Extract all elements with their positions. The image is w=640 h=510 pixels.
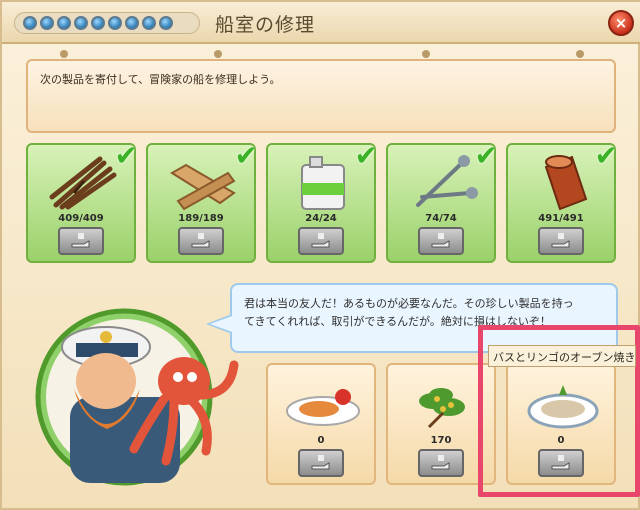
hand-give-icon — [191, 233, 210, 248]
baked-fish-plate-icon — [286, 389, 360, 426]
rivet-icon — [214, 50, 222, 58]
nails-icon — [416, 155, 478, 207]
title-bar: 船室の修理 × — [2, 2, 640, 44]
product-count: 0 — [317, 435, 325, 446]
rivet-icon — [60, 50, 68, 58]
material-count: 189/189 — [178, 213, 224, 224]
hand-give-icon — [431, 233, 450, 248]
product-card-baked-fish: 0 — [266, 363, 376, 485]
checkmark-icon: ✔ — [234, 139, 258, 172]
material-card-log: ✔ 491/491 — [506, 139, 618, 263]
donate-button[interactable] — [418, 449, 464, 477]
sticks-icon — [49, 156, 117, 210]
hand-give-icon — [71, 233, 90, 248]
herb-bouquet-icon — [419, 388, 465, 429]
progress-dot — [142, 16, 156, 30]
canister-icon — [301, 156, 345, 210]
instruction-text: 次の製品を寄付して、冒険家の船を修理しよう。 — [40, 73, 281, 86]
progress-dot — [57, 16, 71, 30]
donate-button[interactable] — [418, 227, 464, 255]
plank-icon — [170, 163, 236, 211]
progress-dot — [108, 16, 122, 30]
material-count: 74/74 — [425, 213, 457, 224]
donate-button[interactable] — [178, 227, 224, 255]
progress-dot — [125, 16, 139, 30]
material-card-nails: ✔ 74/74 — [386, 139, 498, 263]
material-count: 409/409 — [58, 213, 104, 224]
progress-dots — [14, 12, 200, 34]
close-button[interactable]: × — [608, 10, 634, 36]
repair-dialog: 船室の修理 × 次の製品を寄付して、冒険家の船を修理しよう。 ✔ 409/409… — [0, 0, 640, 510]
hand-give-icon — [311, 233, 330, 248]
product-tooltip: バスとリンゴのオーブン焼き — [488, 345, 636, 367]
checkmark-icon: ✔ — [114, 139, 138, 172]
progress-dot — [23, 16, 37, 30]
donate-button[interactable] — [298, 227, 344, 255]
captain-octopus-portrait — [35, 308, 239, 486]
donate-button[interactable] — [298, 449, 344, 477]
speech-bubble-tail-inner — [210, 316, 232, 332]
material-card-canister: ✔ 24/24 — [266, 139, 378, 263]
log-icon — [544, 155, 588, 211]
dialog-line: 君は本当の友人だ！あるものが必要なんだ。その珍しい製品を持っ — [244, 297, 574, 310]
checkmark-icon: ✔ — [474, 139, 498, 172]
hand-give-icon — [551, 233, 570, 248]
donate-button[interactable] — [538, 227, 584, 255]
progress-dot — [40, 16, 54, 30]
progress-dot — [91, 16, 105, 30]
rivet-icon — [422, 50, 430, 58]
window-title: 船室の修理 — [215, 14, 316, 36]
hand-give-icon — [431, 455, 450, 470]
progress-dot — [159, 16, 173, 30]
checkmark-icon: ✔ — [354, 139, 378, 172]
material-count: 491/491 — [538, 213, 584, 224]
material-card-sticks: ✔ 409/409 — [26, 139, 138, 263]
rivet-icon — [576, 50, 584, 58]
checkmark-icon: ✔ — [594, 139, 618, 172]
donate-button[interactable] — [58, 227, 104, 255]
material-card-plank: ✔ 189/189 — [146, 139, 258, 263]
progress-dot — [74, 16, 88, 30]
material-count: 24/24 — [305, 213, 337, 224]
hand-give-icon — [311, 455, 330, 470]
instruction-box: 次の製品を寄付して、冒険家の船を修理しよう。 — [26, 59, 616, 133]
